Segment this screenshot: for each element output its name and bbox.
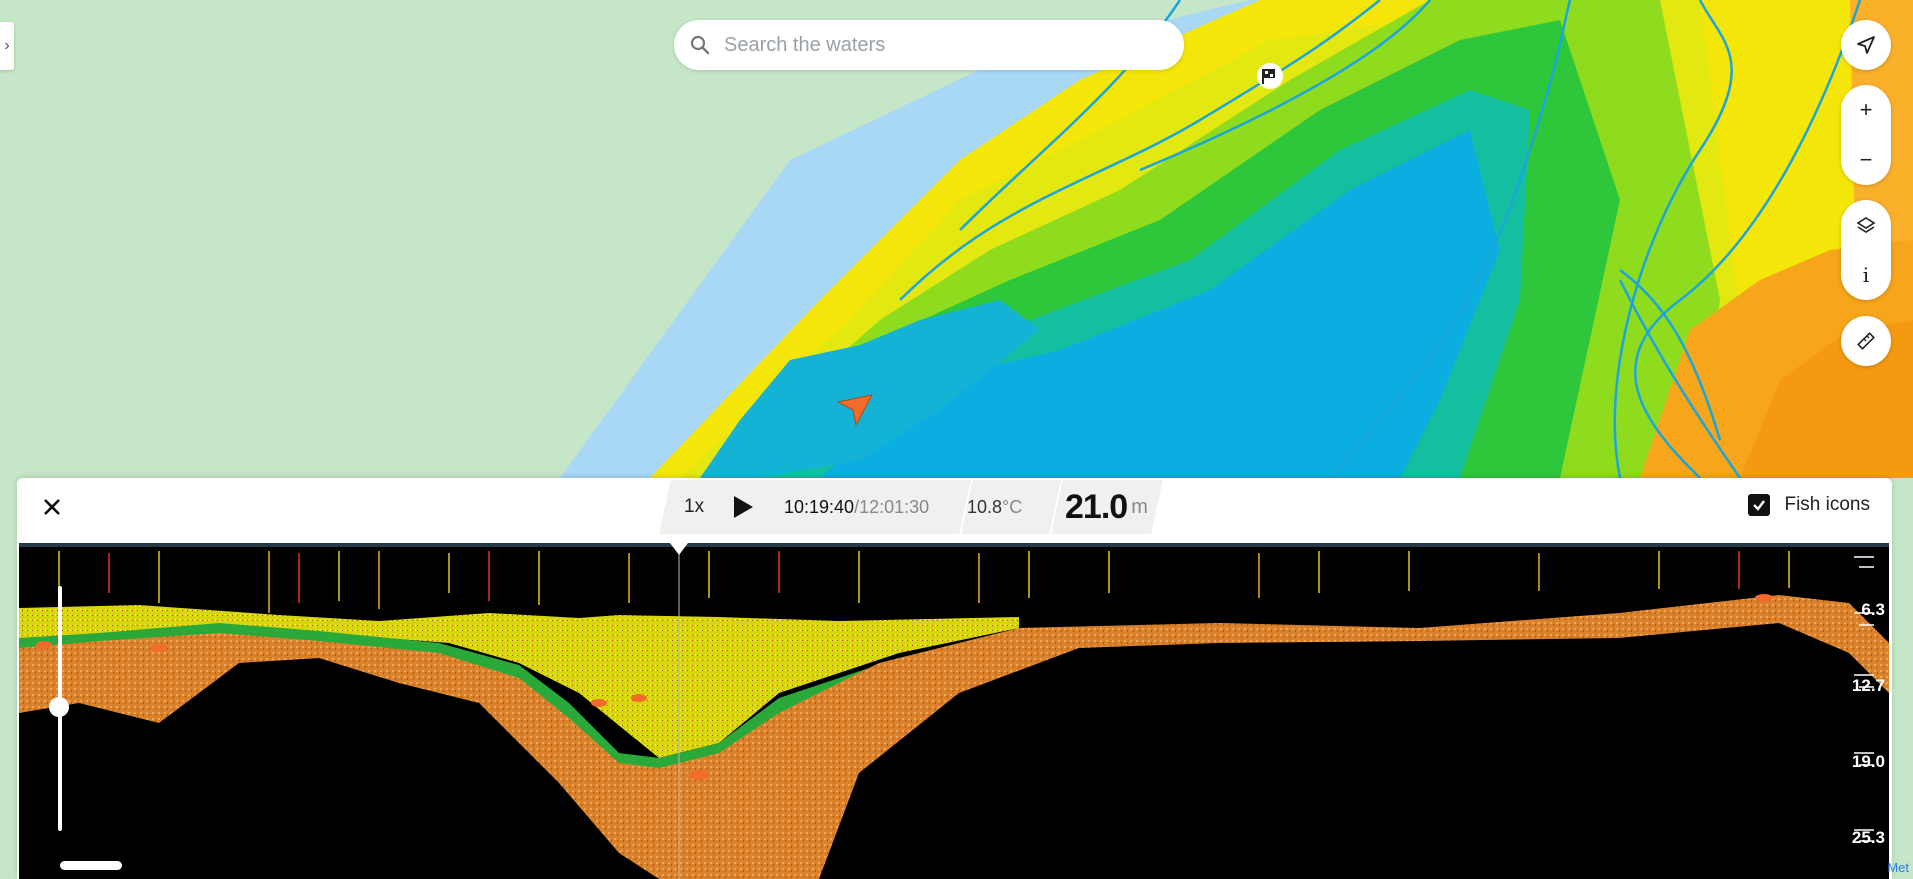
chevron-right-icon: › [4, 37, 10, 54]
depth-scale-label: 12.7 [1851, 676, 1885, 695]
sidebar-expand-button[interactable]: › [0, 22, 14, 70]
fish-icons-label: Fish icons [1784, 494, 1870, 515]
play-icon [734, 496, 753, 518]
depth-scale-label: 25.3 [1851, 828, 1885, 847]
ruler-icon [1857, 332, 1875, 350]
timeline-scroll-handle[interactable] [60, 861, 122, 870]
locate-button[interactable] [1841, 20, 1891, 70]
total-time: 12:01:30 [859, 496, 930, 517]
map-attribution[interactable]: Met [1887, 860, 1909, 875]
zoom-in-button[interactable]: + [1841, 85, 1891, 135]
playback-speed-button[interactable]: 1x [684, 496, 704, 518]
layers-icon [1856, 217, 1876, 233]
depth-scale-label: 6.3 [1861, 600, 1885, 619]
temperature-value: 10.8 [967, 496, 1003, 517]
temperature-unit: °C [1002, 496, 1023, 517]
current-depth: 21.0 m [1065, 480, 1148, 534]
close-icon [44, 499, 60, 515]
navigation-arrow-icon [1857, 36, 1875, 54]
measure-button[interactable] [1841, 316, 1891, 366]
zoom-control: + − [1841, 85, 1891, 185]
fish-icons-toggle[interactable]: Fish icons [1748, 494, 1870, 516]
sonar-echogram[interactable] [19, 543, 1889, 879]
close-button[interactable] [37, 492, 67, 522]
current-time: 10:19:40 [784, 496, 855, 517]
depth-value: 21.0 [1065, 487, 1128, 526]
zoom-out-button[interactable]: − [1841, 135, 1891, 185]
depth-scale-label: 19.0 [1851, 752, 1885, 771]
map-options-control: i [1841, 200, 1891, 300]
checkmark-icon [1753, 500, 1766, 511]
play-button[interactable] [732, 480, 754, 534]
water-temperature: 10.8 °C [967, 480, 1022, 534]
layers-button[interactable] [1841, 200, 1891, 250]
search-bar[interactable] [674, 20, 1184, 70]
info-button[interactable]: i [1841, 250, 1891, 300]
gain-slider-thumb[interactable] [49, 697, 69, 717]
depth-unit: m [1131, 495, 1148, 518]
search-input[interactable] [722, 32, 1156, 58]
search-icon [690, 35, 710, 55]
playback-time: 10:19:40 / 12:01:30 [784, 480, 929, 534]
checkered-flag-icon[interactable] [1257, 63, 1283, 89]
fish-icons-checkbox[interactable] [1748, 494, 1771, 516]
